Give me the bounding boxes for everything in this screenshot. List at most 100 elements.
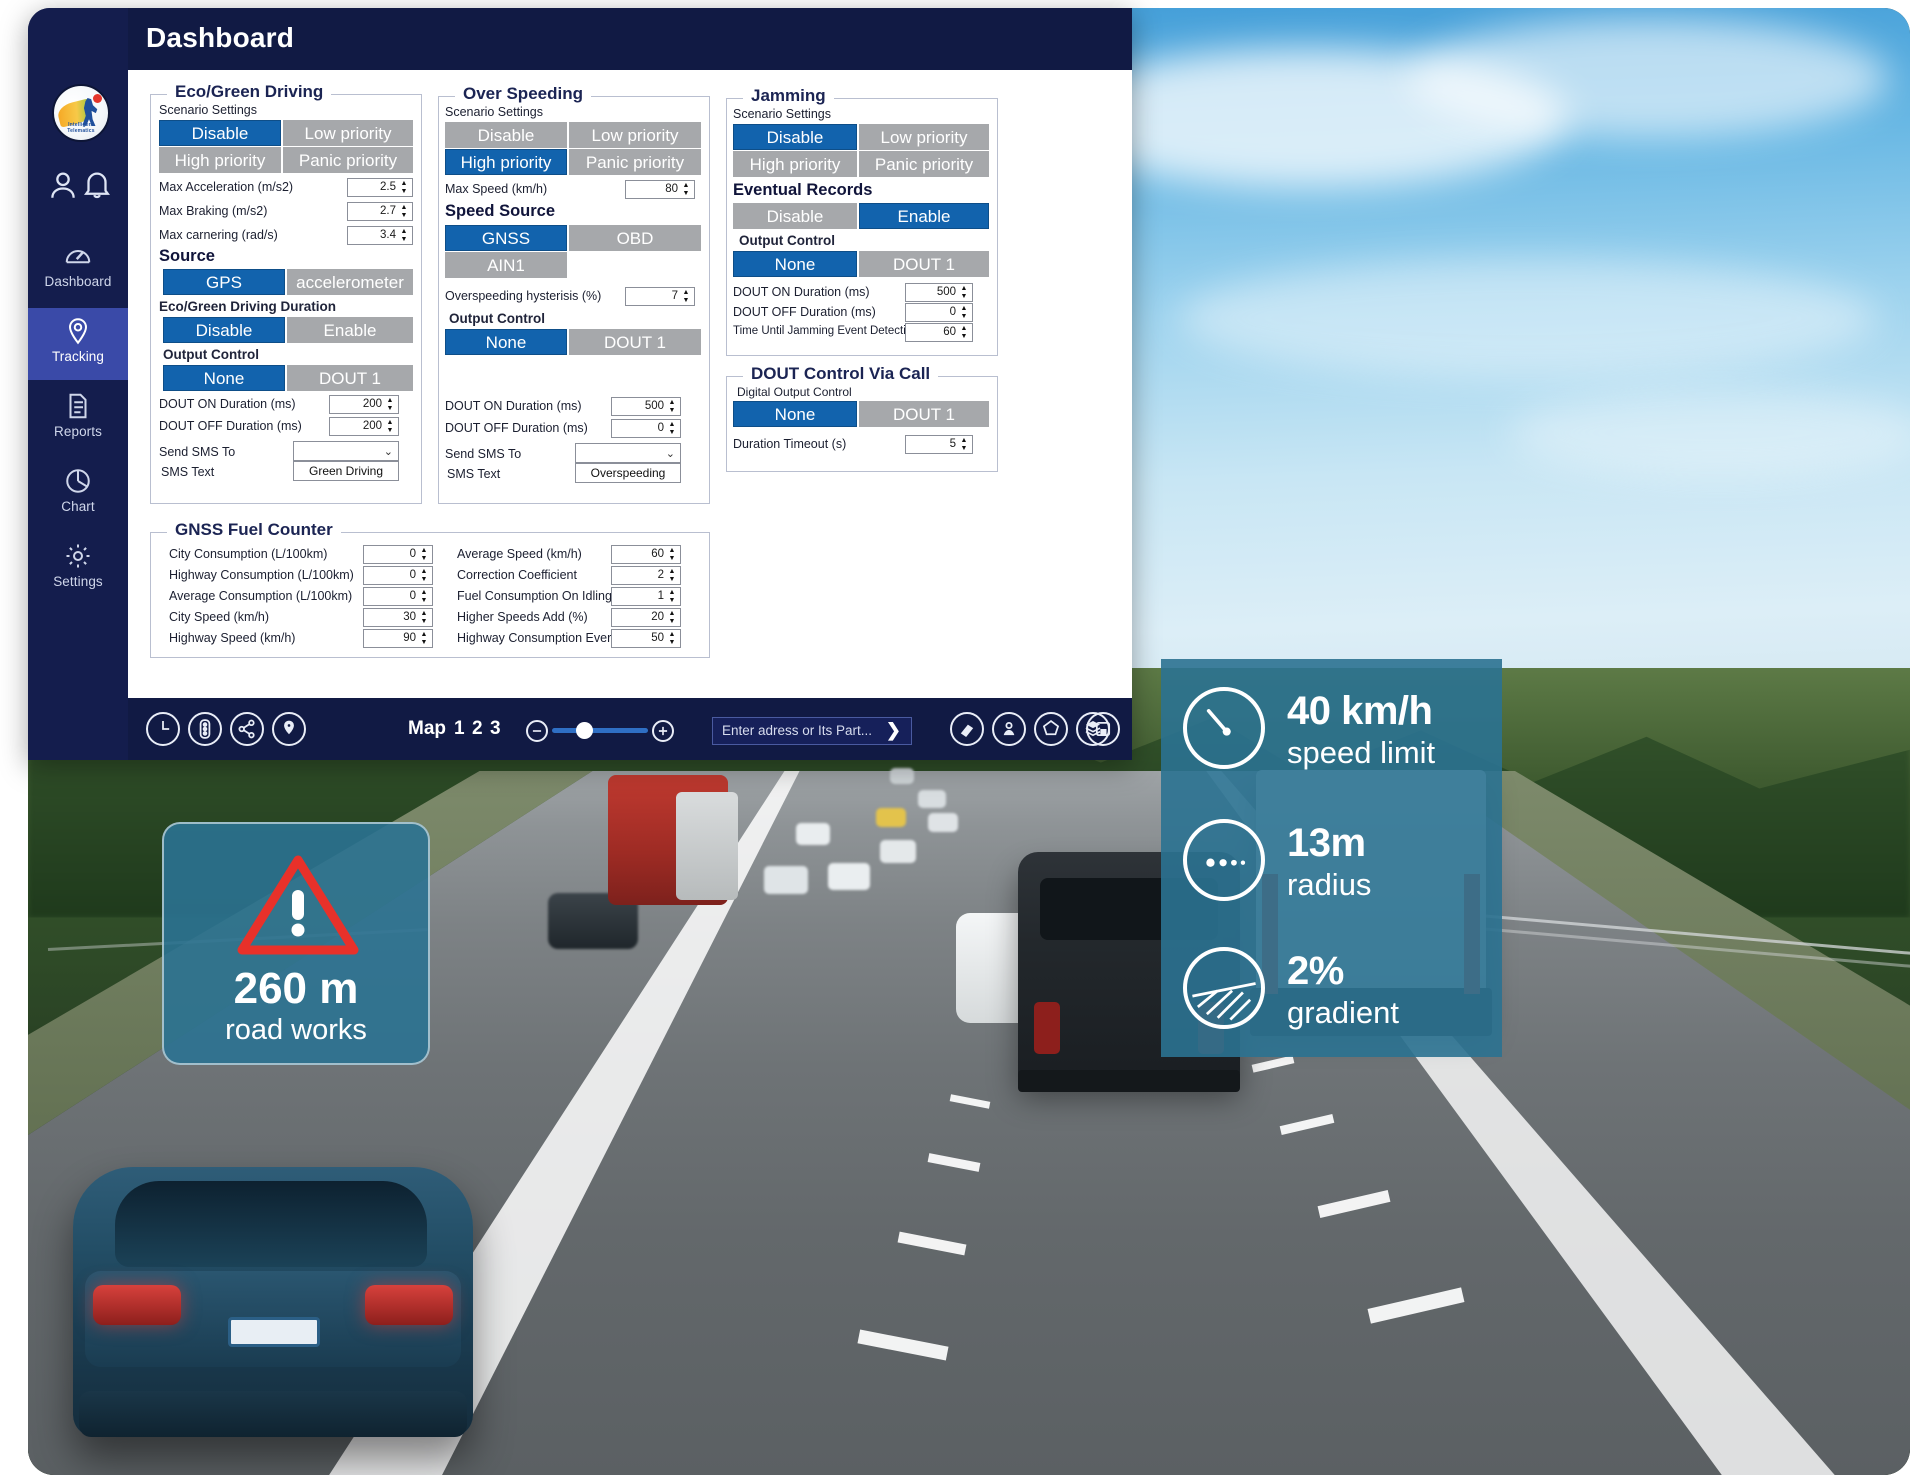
eco-duration-disable[interactable]: Disable xyxy=(163,317,285,343)
hysteresis-input[interactable]: 7 ▲ ▼ xyxy=(625,287,695,306)
os-sms-text-input[interactable]: Overspeeding xyxy=(575,463,681,483)
os-scenario-panic-priority[interactable]: Panic priority xyxy=(569,149,701,175)
max-cornering-input[interactable]: 3.4 ▲ ▼ xyxy=(347,226,413,245)
max-braking-input[interactable]: 2.7 ▲ ▼ xyxy=(347,202,413,221)
stepper-icon[interactable]: ▲ ▼ xyxy=(384,397,396,413)
jam-scenario-disable[interactable]: Disable xyxy=(733,124,857,150)
zoom-out-button[interactable] xyxy=(526,720,548,742)
stepper-icon[interactable]: ▲ ▼ xyxy=(666,631,678,647)
jam-dout-on-input[interactable]: 500 ▲ ▼ xyxy=(905,283,973,302)
eco-source-gps[interactable]: GPS xyxy=(163,269,285,295)
stepper-icon[interactable]: ▲ ▼ xyxy=(666,421,678,437)
save-icon[interactable] xyxy=(1086,712,1120,746)
correction-coefficient-input[interactable]: 2 ▲ ▼ xyxy=(611,566,681,585)
sidebar-item-dashboard[interactable]: Dashboard xyxy=(28,233,128,305)
jam-eventual-enable[interactable]: Enable xyxy=(859,203,989,229)
os-speed-source-obd[interactable]: OBD xyxy=(569,225,701,251)
sidebar-item-reports[interactable]: Reports xyxy=(28,383,128,455)
search-submit-icon[interactable]: ❯ xyxy=(886,720,901,741)
stepper-icon[interactable]: ▲ ▼ xyxy=(680,182,692,198)
jam-scenario-high-priority[interactable]: High priority xyxy=(733,151,857,177)
os-scenario-disable[interactable]: Disable xyxy=(445,122,567,148)
stepper-icon[interactable]: ▲ ▼ xyxy=(680,289,692,305)
eco-scenario-low-priority[interactable]: Low priority xyxy=(283,120,413,146)
stepper-icon[interactable]: ▲ ▼ xyxy=(666,568,678,584)
os-dout-off-input[interactable]: 0 ▲ ▼ xyxy=(611,419,681,438)
location-pin-icon[interactable] xyxy=(272,712,306,746)
city-consumption-input[interactable]: 0 ▲ ▼ xyxy=(363,545,433,564)
user-icon[interactable] xyxy=(46,168,80,202)
stepper-icon[interactable]: ▲ ▼ xyxy=(958,325,970,341)
stepper-icon[interactable]: ▲ ▼ xyxy=(418,568,430,584)
jam-scenario-low-priority[interactable]: Low priority xyxy=(859,124,989,150)
stepper-icon[interactable]: ▲ ▼ xyxy=(418,610,430,626)
jam-eventual-disable[interactable]: Disable xyxy=(733,203,857,229)
eco-output-none[interactable]: None xyxy=(163,365,285,391)
jam-dout-off-input[interactable]: 0 ▲ ▼ xyxy=(905,303,973,322)
map-layer-1[interactable]: 1 xyxy=(454,718,465,740)
jam-detection-time-input[interactable]: 60 ▲ ▼ xyxy=(905,323,973,342)
stepper-icon[interactable]: ▲ ▼ xyxy=(958,437,970,453)
jam-output-none[interactable]: None xyxy=(733,251,857,277)
stepper-icon[interactable]: ▲ ▼ xyxy=(666,399,678,415)
max-speed-input[interactable]: 80 ▲ ▼ xyxy=(625,180,695,199)
zoom-in-button[interactable] xyxy=(652,720,674,742)
zoom-slider-knob[interactable] xyxy=(576,722,593,739)
stepper-icon[interactable]: ▲ ▼ xyxy=(418,547,430,563)
stepper-icon[interactable]: ▲ ▼ xyxy=(666,589,678,605)
address-search-input[interactable]: Enter adress or Its Part... ❯ xyxy=(712,717,912,745)
stepper-icon[interactable]: ▲ ▼ xyxy=(958,285,970,301)
os-scenario-low-priority[interactable]: Low priority xyxy=(569,122,701,148)
sidebar-item-tracking[interactable]: Tracking xyxy=(28,308,128,380)
fuel-idling-input[interactable]: 1 ▲ ▼ xyxy=(611,587,681,606)
map-layer-2[interactable]: 2 xyxy=(472,718,483,740)
os-speed-source-gnss[interactable]: GNSS xyxy=(445,225,567,251)
os-send-sms-select[interactable]: ⌄ xyxy=(575,443,681,463)
eco-duration-enable[interactable]: Enable xyxy=(287,317,413,343)
clock-icon[interactable] xyxy=(146,712,180,746)
zoom-slider-track[interactable] xyxy=(552,728,648,733)
sidebar-item-chart[interactable]: Chart xyxy=(28,458,128,530)
os-dout-on-input[interactable]: 500 ▲ ▼ xyxy=(611,397,681,416)
marker-icon[interactable] xyxy=(992,712,1026,746)
dout-call-dout1[interactable]: DOUT 1 xyxy=(859,401,989,427)
higher-speeds-add-input[interactable]: 20 ▲ ▼ xyxy=(611,608,681,627)
os-speed-source-ain1[interactable]: AIN1 xyxy=(445,252,567,278)
stepper-icon[interactable]: ▲ ▼ xyxy=(666,610,678,626)
highway-consumption-every-input[interactable]: 50 ▲ ▼ xyxy=(611,629,681,648)
os-output-none[interactable]: None xyxy=(445,329,567,355)
os-scenario-high-priority[interactable]: High priority xyxy=(445,149,567,175)
jam-scenario-panic-priority[interactable]: Panic priority xyxy=(859,151,989,177)
duration-timeout-input[interactable]: 5 ▲ ▼ xyxy=(905,435,973,454)
average-consumption-input[interactable]: 0 ▲ ▼ xyxy=(363,587,433,606)
bell-icon[interactable] xyxy=(80,168,114,202)
stepper-icon[interactable]: ▲ ▼ xyxy=(398,228,410,244)
eco-scenario-high-priority[interactable]: High priority xyxy=(159,147,281,173)
sidebar-item-settings[interactable]: Settings xyxy=(28,533,128,605)
eco-output-dout1[interactable]: DOUT 1 xyxy=(287,365,413,391)
stepper-icon[interactable]: ▲ ▼ xyxy=(398,204,410,220)
eco-dout-off-input[interactable]: 200 ▲ ▼ xyxy=(329,417,399,436)
stepper-icon[interactable]: ▲ ▼ xyxy=(398,180,410,196)
traffic-light-icon[interactable] xyxy=(188,712,222,746)
eco-source-accelerometer[interactable]: accelerometer xyxy=(287,269,413,295)
eco-sms-text-input[interactable]: Green Driving xyxy=(293,461,399,481)
eco-send-sms-select[interactable]: ⌄ xyxy=(293,441,399,461)
eco-dout-on-input[interactable]: 200 ▲ ▼ xyxy=(329,395,399,414)
highway-speed-input[interactable]: 90 ▲ ▼ xyxy=(363,629,433,648)
app-logo[interactable]: Intelligent Telematics xyxy=(52,84,110,142)
city-speed-input[interactable]: 30 ▲ ▼ xyxy=(363,608,433,627)
stepper-icon[interactable]: ▲ ▼ xyxy=(666,547,678,563)
max-acceleration-input[interactable]: 2.5 ▲ ▼ xyxy=(347,178,413,197)
eco-scenario-disable[interactable]: Disable xyxy=(159,120,281,146)
map-layer-3[interactable]: 3 xyxy=(490,718,501,740)
stepper-icon[interactable]: ▲ ▼ xyxy=(958,305,970,321)
highway-consumption-input[interactable]: 0 ▲ ▼ xyxy=(363,566,433,585)
polygon-icon[interactable] xyxy=(1034,712,1068,746)
dout-call-none[interactable]: None xyxy=(733,401,857,427)
eraser-icon[interactable] xyxy=(950,712,984,746)
share-icon[interactable] xyxy=(230,712,264,746)
stepper-icon[interactable]: ▲ ▼ xyxy=(418,631,430,647)
stepper-icon[interactable]: ▲ ▼ xyxy=(384,419,396,435)
stepper-icon[interactable]: ▲ ▼ xyxy=(418,589,430,605)
